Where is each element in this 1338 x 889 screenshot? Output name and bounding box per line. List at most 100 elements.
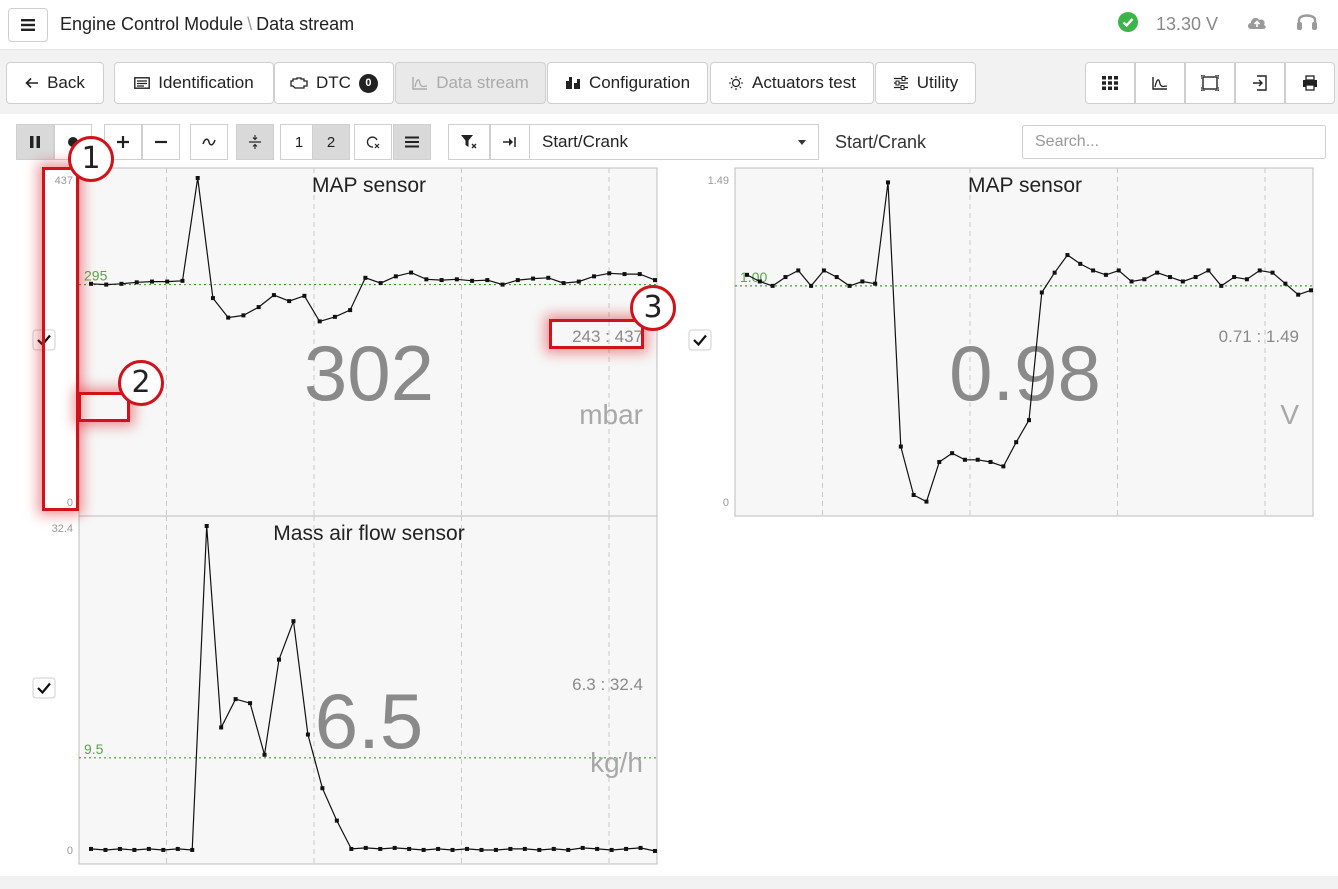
data-point: [1193, 275, 1198, 280]
smooth-button[interactable]: [190, 124, 228, 160]
data-point: [465, 846, 469, 851]
pause-icon: [30, 136, 40, 148]
data-point: [1027, 418, 1031, 423]
check-circle-icon: [1118, 12, 1138, 32]
data-point: [1257, 268, 1262, 273]
data-point: [1283, 281, 1288, 286]
chart-line-icon: [412, 77, 428, 90]
utility-button[interactable]: Utility: [875, 62, 976, 104]
data-point: [103, 847, 108, 852]
data-point: [1232, 275, 1237, 280]
y-axis-min-label: 0: [723, 497, 729, 509]
data-point: [470, 278, 475, 283]
menu-icon: [21, 19, 35, 31]
data-point: [1116, 268, 1121, 273]
arrow-to-end-icon: [503, 137, 516, 147]
data-point: [291, 619, 296, 624]
data-point: [334, 818, 339, 823]
chart-panel-maf[interactable]: 32.4 0 9.5 6.5 kg/h 6.3 : 32.4 Mass air flow s…: [16, 515, 658, 865]
chart-panel-map-volt[interactable]: 1.4901.000.98 V0.71 : 1.49MAP sensor: [672, 167, 1314, 517]
data-point: [580, 845, 585, 850]
data-point: [271, 293, 276, 298]
data-point: [1129, 279, 1134, 284]
value-unit: V: [1280, 399, 1299, 430]
identification-button[interactable]: Identification: [114, 62, 274, 104]
annotation-marker-1: 1: [68, 136, 114, 182]
data-point: [1078, 261, 1083, 266]
pause-button[interactable]: [16, 124, 54, 160]
minus-icon: [155, 140, 167, 144]
data-point: [886, 180, 890, 185]
grid-icon: [1102, 76, 1118, 90]
status-area: 13.30 V: [1118, 10, 1338, 40]
data-point: [149, 279, 154, 284]
data-point: [624, 846, 629, 851]
data-point: [248, 701, 253, 706]
chart-title: Mass air flow sensor: [273, 522, 464, 545]
configuration-button[interactable]: Configuration: [547, 62, 708, 104]
nav-bar: Back Identification DTC 0 Data stream Co…: [0, 52, 1338, 112]
data-point: [454, 277, 459, 282]
data-point: [809, 283, 814, 288]
grid-view-button[interactable]: [1085, 62, 1135, 104]
back-label: Back: [47, 73, 85, 92]
data-point: [378, 281, 383, 286]
data-point: [305, 732, 310, 737]
data-point: [783, 275, 788, 280]
actuators-test-button[interactable]: Actuators test: [710, 62, 874, 104]
data-point: [609, 847, 614, 852]
reset-zoom-button[interactable]: [354, 124, 392, 160]
preset-label: Start/Crank: [835, 132, 927, 152]
dtc-button[interactable]: DTC 0: [274, 62, 394, 104]
data-point: [1039, 290, 1044, 295]
fit-view-button[interactable]: [1185, 62, 1235, 104]
clear-filter-button[interactable]: [448, 124, 490, 160]
wave-icon: [202, 138, 216, 146]
stream-toolbar: 1 2 Start/Crank Start/Crank: [0, 114, 1338, 164]
list-view-button[interactable]: [393, 124, 431, 160]
data-point: [210, 296, 215, 301]
data-point: [104, 282, 109, 287]
cloud-upload-icon[interactable]: [1246, 14, 1268, 30]
data-point: [493, 847, 498, 852]
data-point: [1206, 268, 1211, 273]
annotation-highlight-y-axis: [42, 167, 79, 511]
data-point: [287, 299, 292, 304]
export-button[interactable]: [1235, 62, 1285, 104]
print-button[interactable]: [1285, 62, 1335, 104]
fit-vertical-icon: [249, 135, 261, 149]
data-point: [1103, 272, 1108, 277]
y-axis-max-label: 1.49: [708, 175, 729, 187]
fit-vertical-button[interactable]: [236, 124, 274, 160]
data-point: [421, 847, 426, 852]
range-label: 6.3 : 32.4: [572, 675, 643, 694]
data-point: [89, 846, 93, 851]
annotation-marker-2: 2: [118, 360, 164, 406]
chevron-down-icon: [798, 140, 806, 145]
chart-view-button[interactable]: [1135, 62, 1185, 104]
series-checkbox[interactable]: [32, 677, 56, 699]
battery-voltage: 13.30 V: [1156, 14, 1219, 34]
data-point: [551, 846, 556, 851]
filter-clear-icon: [461, 135, 477, 149]
back-button[interactable]: Back: [6, 62, 104, 104]
headset-icon[interactable]: [1296, 10, 1318, 34]
data-point: [522, 846, 527, 851]
breadcrumb-module[interactable]: Engine Control Module: [60, 14, 243, 34]
zoom-out-button[interactable]: [142, 124, 180, 160]
data-stream-button[interactable]: Data stream: [395, 62, 546, 104]
data-point: [204, 524, 209, 528]
charts-area: 437 0 295 302 mbar 243 : 437 MAP sensor 1.49 0 1…: [0, 164, 1338, 876]
data-point: [1142, 277, 1147, 282]
jump-to-end-button[interactable]: [490, 124, 530, 160]
data-point: [975, 457, 980, 462]
data-point: [821, 268, 826, 273]
data-point: [302, 293, 307, 298]
data-point: [638, 845, 643, 850]
preset-select[interactable]: Start/Crank: [529, 124, 819, 160]
search-input[interactable]: [1022, 125, 1326, 159]
series-checkbox[interactable]: [688, 329, 712, 351]
configuration-icon: [565, 77, 580, 89]
page-2-button[interactable]: 2: [312, 124, 350, 160]
menu-button[interactable]: [8, 8, 48, 42]
